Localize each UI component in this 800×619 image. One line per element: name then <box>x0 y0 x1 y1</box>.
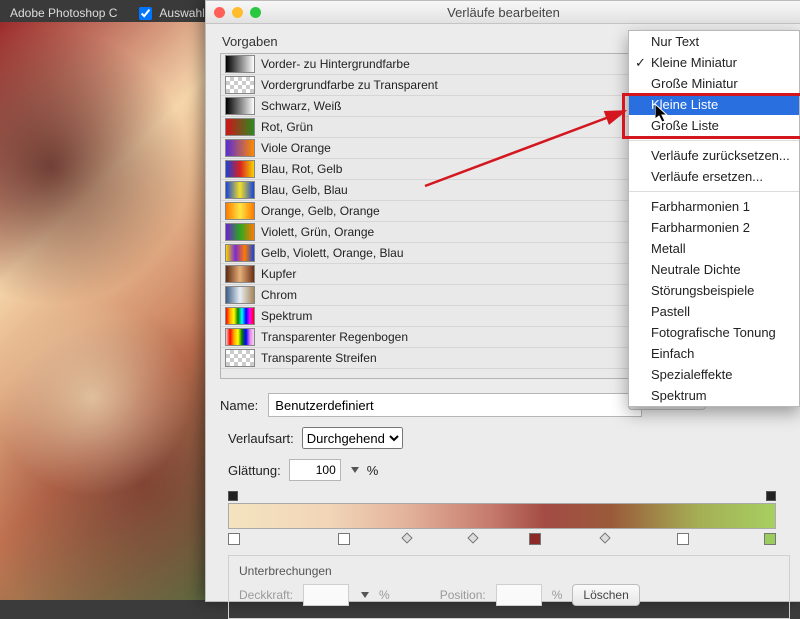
presets-list[interactable]: Vorder- zu Hintergrundfarbe Vordergrundfa… <box>220 53 630 379</box>
preset-label: Viole Orange <box>261 141 331 155</box>
smooth-label: Glättung: <box>228 463 281 478</box>
preset-label: Orange, Gelb, Orange <box>261 204 380 218</box>
delete-button[interactable]: Löschen <box>572 584 639 606</box>
gradient-bar[interactable] <box>228 503 776 529</box>
menu-item[interactable]: Kleine Liste <box>629 94 799 115</box>
chevron-down-icon <box>361 592 369 598</box>
menu-item[interactable]: Spezialeffekte <box>629 364 799 385</box>
menu-item[interactable]: Fotografische Tonung <box>629 322 799 343</box>
preset-row[interactable]: Vordergrundfarbe zu Transparent <box>221 75 629 96</box>
menu-item[interactable]: Störungsbeispiele <box>629 280 799 301</box>
preset-label: Blau, Gelb, Blau <box>261 183 348 197</box>
preset-row[interactable]: Spektrum <box>221 306 629 327</box>
menu-item[interactable]: Große Liste <box>629 115 799 136</box>
preset-swatch <box>225 118 255 136</box>
preset-swatch <box>225 160 255 178</box>
name-label: Name: <box>220 398 258 413</box>
menu-item[interactable]: Spektrum <box>629 385 799 406</box>
preset-swatch <box>225 55 255 73</box>
menu-item[interactable]: Metall <box>629 238 799 259</box>
preset-swatch <box>225 76 255 94</box>
type-label: Verlaufsart: <box>228 431 294 446</box>
preset-swatch <box>225 244 255 262</box>
preset-row[interactable]: Chrom <box>221 285 629 306</box>
preset-row[interactable]: Schwarz, Weiß <box>221 96 629 117</box>
menu-item[interactable]: Verläufe zurücksetzen... <box>629 145 799 166</box>
preset-label: Vorder- zu Hintergrundfarbe <box>261 57 410 71</box>
preset-row[interactable]: Transparenter Regenbogen <box>221 327 629 348</box>
menu-item[interactable]: Nur Text <box>629 31 799 52</box>
color-stop[interactable] <box>764 533 776 545</box>
preset-label: Kupfer <box>261 267 296 281</box>
color-stop[interactable] <box>677 533 689 545</box>
stops-group: Unterbrechungen Deckkraft: % Position: %… <box>228 555 790 619</box>
preset-label: Violett, Grün, Orange <box>261 225 374 239</box>
midpoint-stop[interactable] <box>599 532 610 543</box>
preset-row[interactable]: Kupfer <box>221 264 629 285</box>
type-select[interactable]: Durchgehend <box>302 427 403 449</box>
preset-label: Rot, Grün <box>261 120 313 134</box>
menu-item[interactable]: Kleine Miniatur <box>629 52 799 73</box>
position-field <box>496 584 542 606</box>
menu-item[interactable]: Pastell <box>629 301 799 322</box>
preset-swatch <box>225 307 255 325</box>
menu-item[interactable]: Verläufe ersetzen... <box>629 166 799 187</box>
preset-label: Transparenter Regenbogen <box>261 330 408 344</box>
preset-row[interactable]: Orange, Gelb, Orange <box>221 201 629 222</box>
preset-swatch <box>225 265 255 283</box>
preset-row[interactable]: Vorder- zu Hintergrundfarbe <box>221 54 629 75</box>
preset-swatch <box>225 286 255 304</box>
menu-separator <box>629 191 799 192</box>
dialog-title: Verläufe bearbeiten <box>206 5 800 20</box>
name-field[interactable] <box>268 393 642 417</box>
preset-swatch <box>225 139 255 157</box>
app-title: Adobe Photoshop C <box>10 6 117 20</box>
menu-separator <box>629 140 799 141</box>
preset-row[interactable]: Blau, Rot, Gelb <box>221 159 629 180</box>
preset-row[interactable]: Blau, Gelb, Blau <box>221 180 629 201</box>
preset-row[interactable]: Rot, Grün <box>221 117 629 138</box>
preset-row[interactable]: Transparente Streifen <box>221 348 629 369</box>
smooth-field[interactable] <box>289 459 341 481</box>
preset-swatch <box>225 202 255 220</box>
document-canvas <box>0 22 205 600</box>
opacity-stop[interactable] <box>228 491 238 501</box>
menu-item[interactable]: Neutrale Dichte <box>629 259 799 280</box>
midpoint-stop[interactable] <box>467 532 478 543</box>
color-stop[interactable] <box>529 533 541 545</box>
preset-label: Chrom <box>261 288 297 302</box>
preset-swatch <box>225 349 255 367</box>
preset-row[interactable]: Gelb, Violett, Orange, Blau <box>221 243 629 264</box>
preset-row[interactable]: Violett, Grün, Orange <box>221 222 629 243</box>
dialog-titlebar[interactable]: Verläufe bearbeiten <box>206 1 800 24</box>
color-stop[interactable] <box>338 533 350 545</box>
menu-item[interactable]: Große Miniatur <box>629 73 799 94</box>
preset-swatch <box>225 181 255 199</box>
auswahl-checkbox[interactable] <box>139 7 152 20</box>
preset-row[interactable]: Viole Orange <box>221 138 629 159</box>
color-stop[interactable] <box>228 533 240 545</box>
preset-swatch <box>225 97 255 115</box>
preset-swatch <box>225 328 255 346</box>
chevron-down-icon[interactable] <box>351 467 359 473</box>
opacity-field <box>303 584 349 606</box>
gradient-editor-strip[interactable] <box>228 491 776 545</box>
menu-item[interactable]: Einfach <box>629 343 799 364</box>
preset-label: Blau, Rot, Gelb <box>261 162 342 176</box>
flyout-menu[interactable]: Nur TextKleine MiniaturGroße MiniaturKle… <box>628 30 800 407</box>
preset-label: Gelb, Violett, Orange, Blau <box>261 246 404 260</box>
preset-label: Schwarz, Weiß <box>261 99 341 113</box>
preset-label: Vordergrundfarbe zu Transparent <box>261 78 438 92</box>
menu-item[interactable]: Farbharmonien 1 <box>629 196 799 217</box>
opacity-stop[interactable] <box>766 491 776 501</box>
preset-swatch <box>225 223 255 241</box>
stops-title: Unterbrechungen <box>239 564 779 578</box>
midpoint-stop[interactable] <box>402 532 413 543</box>
preset-label: Spektrum <box>261 309 312 323</box>
smooth-unit: % <box>367 463 379 478</box>
menu-item[interactable]: Farbharmonien 2 <box>629 217 799 238</box>
preset-label: Transparente Streifen <box>261 351 377 365</box>
